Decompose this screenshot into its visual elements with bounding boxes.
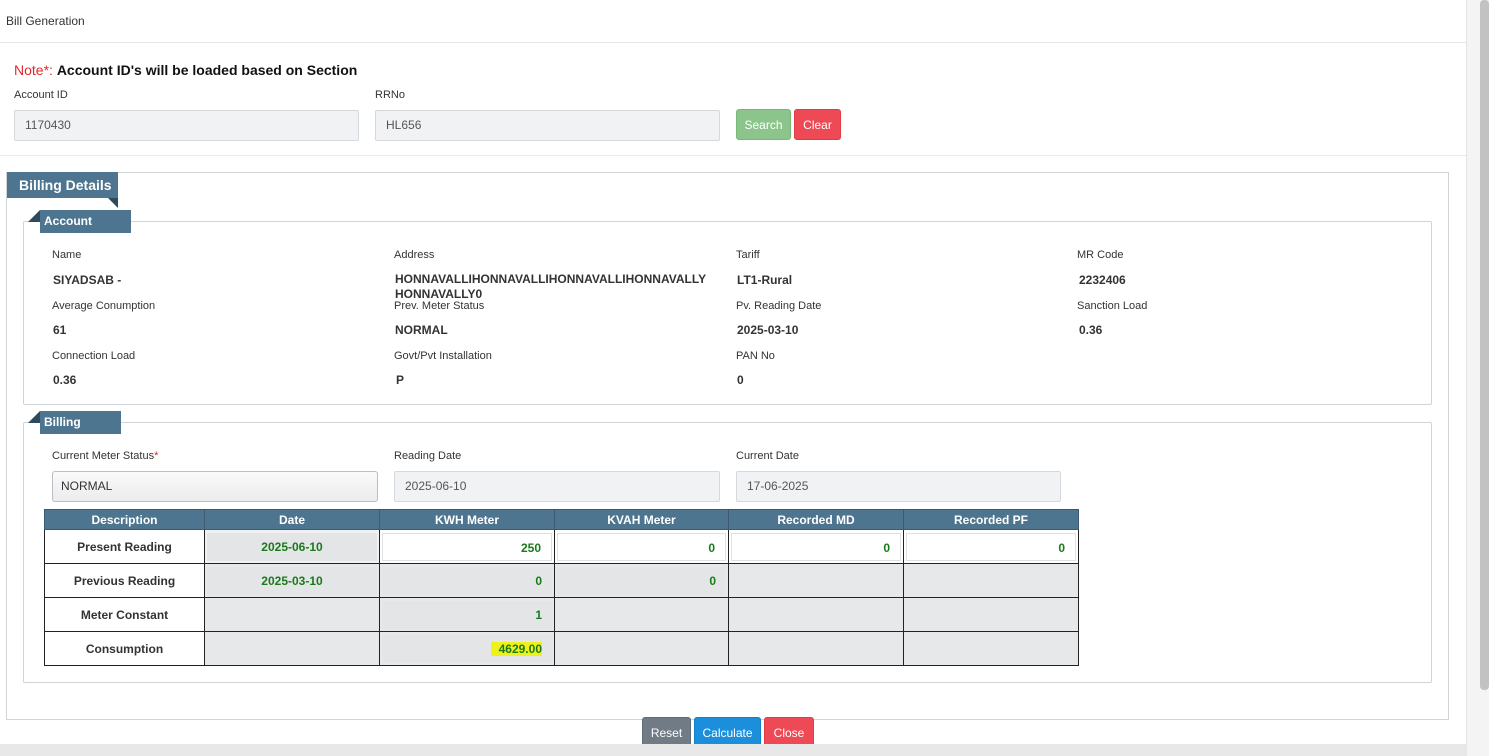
row-description: Previous Reading bbox=[44, 563, 205, 598]
meter-status-label: Current Meter Status* bbox=[52, 450, 158, 462]
rrno-label: RRNo bbox=[375, 89, 405, 101]
tag-fold bbox=[108, 198, 118, 208]
prev-meter-status-label: Prev. Meter Status bbox=[394, 300, 485, 312]
table-row: Present Reading 2025-06-10 250 0 0 0 bbox=[44, 529, 1079, 564]
pv-reading-date-value: 2025-03-10 bbox=[737, 323, 799, 337]
tag-fold bbox=[28, 210, 40, 222]
name-label: Name bbox=[52, 249, 82, 261]
address-label: Address bbox=[394, 249, 435, 261]
consumption-value: 4629.00 bbox=[490, 641, 542, 656]
previous-date-field: 2025-03-10 bbox=[207, 566, 377, 595]
empty-cell bbox=[728, 631, 904, 666]
tariff-value: LT1-Rural bbox=[737, 273, 793, 287]
empty-cell bbox=[728, 563, 904, 598]
page-header: Bill Generation bbox=[0, 0, 1466, 43]
mr-code-value: 2232406 bbox=[1079, 273, 1126, 287]
avg-consumption-label: Average Conumption bbox=[52, 300, 156, 312]
col-recorded-md: Recorded MD bbox=[728, 509, 904, 530]
row-description: Present Reading bbox=[44, 529, 205, 564]
horizontal-scrollbar[interactable] bbox=[0, 744, 1489, 756]
tariff-label: Tariff bbox=[736, 249, 760, 261]
required-marker: * bbox=[154, 450, 159, 462]
current-date-label: Current Date bbox=[736, 450, 799, 462]
installation-value: P bbox=[396, 373, 405, 387]
table-row: Meter Constant 1 bbox=[44, 597, 1079, 632]
section-note: Note*: Account ID's will be loaded based… bbox=[14, 62, 357, 78]
search-button[interactable]: Search bbox=[736, 109, 791, 140]
empty-cell bbox=[903, 563, 1079, 598]
row-description: Consumption bbox=[44, 631, 205, 666]
divider bbox=[0, 155, 1466, 156]
col-description: Description bbox=[44, 509, 205, 530]
previous-kwh-field: 0 bbox=[382, 566, 552, 595]
avg-consumption-value: 61 bbox=[53, 323, 67, 337]
sanction-load-value: 0.36 bbox=[1079, 323, 1103, 337]
present-md-input[interactable]: 0 bbox=[731, 532, 901, 561]
col-kvah: KVAH Meter bbox=[554, 509, 729, 530]
empty-cell bbox=[204, 631, 380, 666]
table-row: Previous Reading 2025-03-10 0 0 bbox=[44, 563, 1079, 598]
col-date: Date bbox=[204, 509, 380, 530]
connection-load-value: 0.36 bbox=[53, 373, 77, 387]
note-text: Account ID's will be loaded based on Sec… bbox=[56, 62, 358, 78]
pan-no-value: 0 bbox=[737, 373, 744, 387]
table-row: Consumption 4629.00 bbox=[44, 631, 1079, 666]
vertical-scrollbar-thumb[interactable] bbox=[1480, 0, 1489, 690]
current-date-input[interactable]: 17-06-2025 bbox=[736, 471, 1061, 502]
mr-code-label: MR Code bbox=[1077, 249, 1124, 261]
empty-cell bbox=[903, 597, 1079, 632]
page-title: Bill Generation bbox=[6, 14, 85, 28]
meter-status-label-text: Current Meter Status bbox=[52, 450, 155, 462]
rrno-input[interactable]: HL656 bbox=[375, 110, 720, 141]
reading-date-input[interactable]: 2025-06-10 bbox=[394, 471, 720, 502]
name-value: SIYADSAB - bbox=[53, 273, 122, 287]
present-date-field[interactable]: 2025-06-10 bbox=[207, 532, 377, 561]
address-value: HONNAVALLIHONNAVALLIHONNAVALLIHONNAVALLY… bbox=[395, 272, 706, 301]
prev-meter-status-value: NORMAL bbox=[395, 323, 448, 337]
meter-status-select[interactable]: NORMAL bbox=[52, 471, 378, 502]
empty-cell bbox=[554, 631, 729, 666]
billing-section-title: Billing Details bbox=[7, 172, 118, 198]
meter-constant-field: 1 bbox=[382, 600, 552, 629]
empty-cell bbox=[903, 631, 1079, 666]
tag-fold bbox=[28, 411, 40, 423]
connection-load-label: Connection Load bbox=[52, 350, 136, 362]
col-recorded-pf: Recorded PF bbox=[903, 509, 1079, 530]
clear-button[interactable]: Clear bbox=[794, 109, 841, 140]
account-id-label: Account ID bbox=[14, 89, 68, 101]
pv-reading-date-label: Pv. Reading Date bbox=[736, 300, 822, 312]
present-kwh-input[interactable]: 250 bbox=[382, 532, 552, 561]
col-kwh: KWH Meter bbox=[379, 509, 555, 530]
empty-cell bbox=[554, 597, 729, 632]
empty-cell bbox=[204, 597, 380, 632]
sanction-load-label: Sanction Load bbox=[1077, 300, 1148, 312]
pan-no-label: PAN No bbox=[736, 350, 775, 362]
present-kvah-input[interactable]: 0 bbox=[557, 532, 726, 561]
reading-date-label: Reading Date bbox=[394, 450, 462, 462]
consumption-field: 4629.00 bbox=[382, 634, 552, 663]
note-prefix: Note*: bbox=[14, 62, 53, 78]
account-details-title: Account Details bbox=[40, 210, 131, 251]
account-details-panel bbox=[23, 221, 1432, 405]
reading-table: Description Date KWH Meter KVAH Meter Re… bbox=[44, 509, 1079, 666]
row-description: Meter Constant bbox=[44, 597, 205, 632]
installation-label: Govt/Pvt Installation bbox=[394, 350, 492, 362]
billing-details-title: Billing Details bbox=[40, 411, 121, 452]
present-pf-input[interactable]: 0 bbox=[906, 532, 1076, 561]
account-id-input[interactable]: 1170430 bbox=[14, 110, 359, 141]
empty-cell bbox=[728, 597, 904, 632]
previous-kvah-field: 0 bbox=[557, 566, 726, 595]
